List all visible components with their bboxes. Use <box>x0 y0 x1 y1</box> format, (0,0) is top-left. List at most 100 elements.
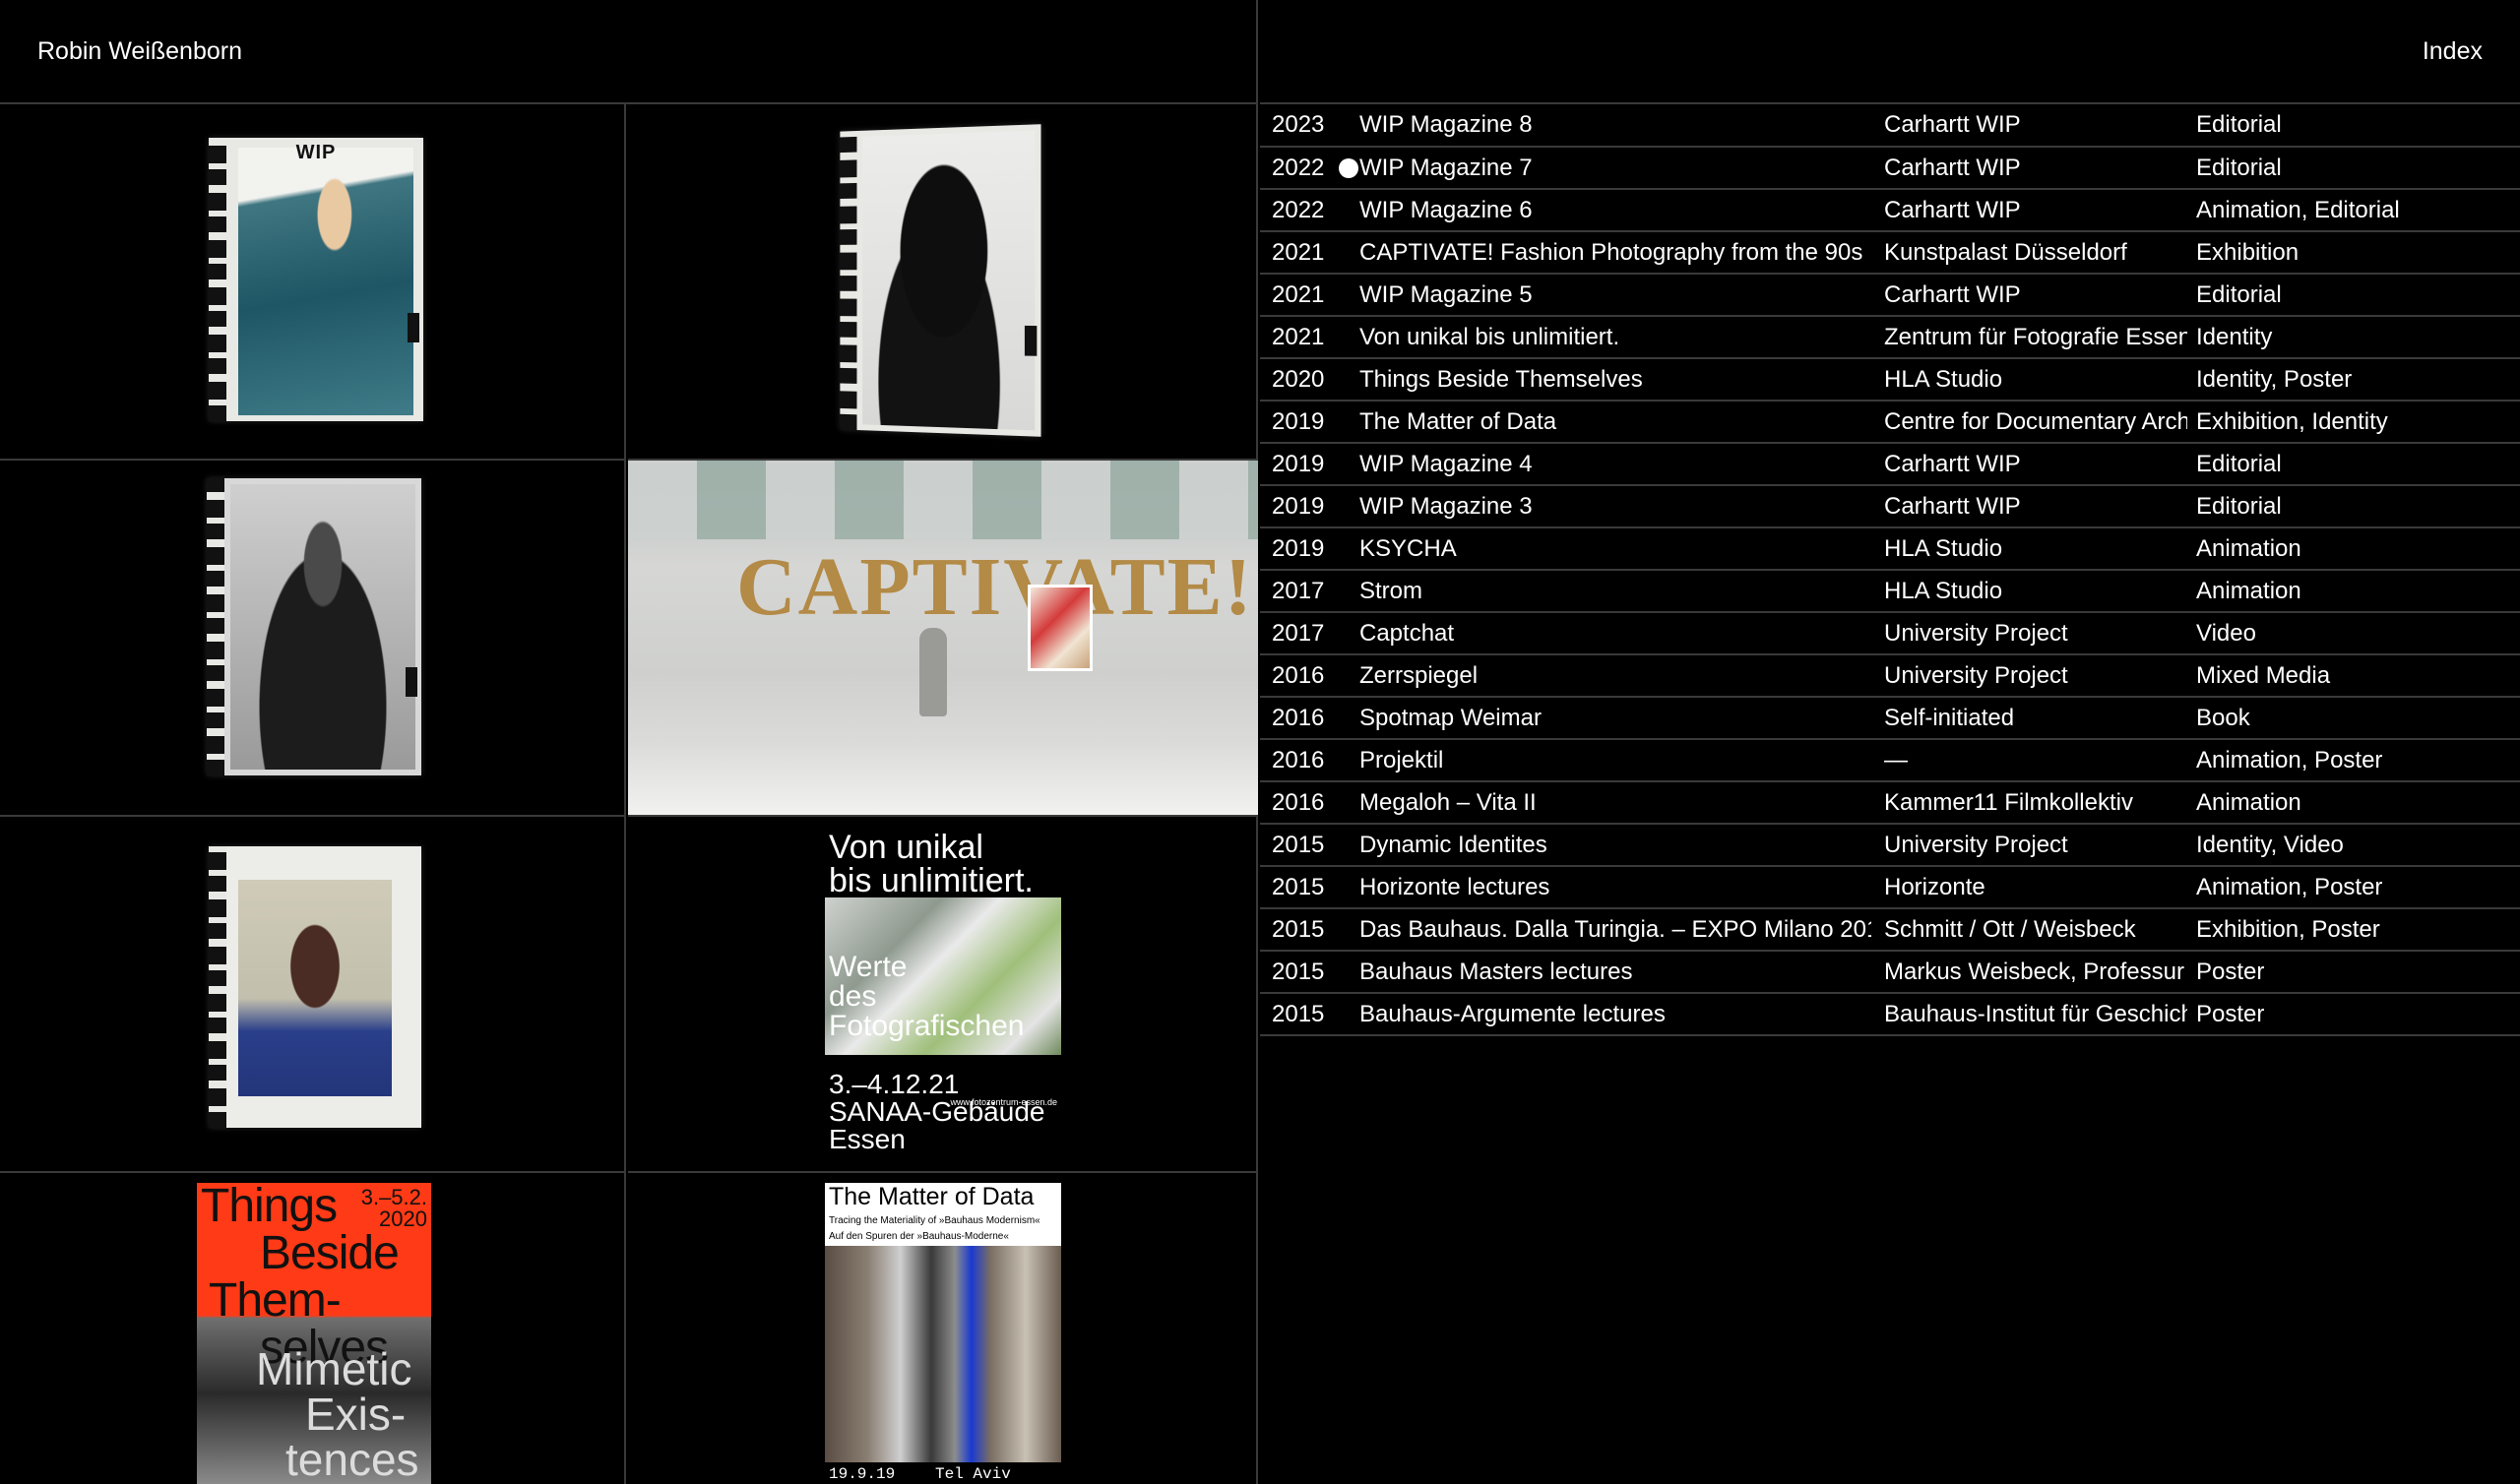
row-category: Editorial <box>2196 154 2282 181</box>
row-title: Megaloh – Vita II <box>1359 788 1537 816</box>
index-row[interactable]: 2021 CAPTIVATE! Fashion Photography from … <box>1260 231 2520 274</box>
row-category: Exhibition, Poster <box>2196 915 2380 943</box>
index-row[interactable]: 2021 WIP Magazine 5 Carhartt WIP Editorial <box>1260 274 2520 316</box>
index-row[interactable]: 2017 Captchat University Project Video <box>1260 612 2520 654</box>
row-year: 2016 <box>1272 746 1325 773</box>
row-title: WIP Magazine 8 <box>1359 111 1533 138</box>
row-year: 2016 <box>1272 661 1325 689</box>
poster-image: Von unikal bis unlimitiert. Werte des Fo… <box>825 827 1061 1161</box>
row-title: Things Beside Themselves <box>1359 365 1643 393</box>
index-row[interactable]: 2019 KSYCHA HLA Studio Animation <box>1260 527 2520 570</box>
row-client: — <box>1884 746 1908 773</box>
row-category: Animation, Poster <box>2196 746 2383 773</box>
row-client: Bauhaus-Institut für Geschichte <box>1884 1000 2187 1027</box>
row-category: Book <box>2196 704 2250 731</box>
project-tile-wip6[interactable] <box>0 461 626 817</box>
row-client: Kammer11 Filmkollektiv <box>1884 788 2133 816</box>
row-year: 2017 <box>1272 619 1325 647</box>
row-category: Editorial <box>2196 280 2282 308</box>
row-client: Carhartt WIP <box>1884 196 2021 223</box>
site-name[interactable]: Robin Weißenborn <box>37 37 242 66</box>
index-row[interactable]: 2022 WIP Magazine 7 Carhartt WIP Editorial <box>1260 147 2520 189</box>
row-title: WIP Magazine 5 <box>1359 280 1533 308</box>
index-row[interactable]: 2021 Von unikal bis unlimitiert. Zentrum f… <box>1260 316 2520 358</box>
row-title: Bauhaus-Argumente lectures <box>1359 1000 1666 1027</box>
row-client: University Project <box>1884 619 2068 647</box>
index-row[interactable]: 2016 Megaloh – Vita II Kammer11 Filmkollek… <box>1260 781 2520 824</box>
project-tile-wip5[interactable] <box>0 817 626 1173</box>
row-category: Video <box>2196 619 2256 647</box>
index-row[interactable]: 2017 Strom HLA Studio Animation <box>1260 570 2520 612</box>
active-indicator-dot <box>1339 158 1358 178</box>
image-panel: Robin Weißenborn WIP CAPTIVATE! Von unik… <box>0 0 1258 1484</box>
index-row[interactable]: 2016 Projektil — Animation, Poster <box>1260 739 2520 781</box>
project-tile-wip8[interactable]: WIP <box>0 104 626 461</box>
index-row[interactable]: 2019 WIP Magazine 4 Carhartt WIP Editorial <box>1260 443 2520 485</box>
row-client: Self-initiated <box>1884 704 2015 731</box>
row-category: Exhibition <box>2196 238 2300 266</box>
poster-line: Werte <box>829 951 908 983</box>
row-title: Spotmap Weimar <box>1359 704 1542 731</box>
row-title: Dynamic Identites <box>1359 831 1547 858</box>
row-category: Identity, Video <box>2196 831 2344 858</box>
row-category: Animation <box>2196 534 2301 562</box>
index-row[interactable]: 2020 Things Beside Themselves HLA Studio Id… <box>1260 358 2520 401</box>
poster-city: Essen <box>829 1124 906 1154</box>
row-year: 2016 <box>1272 704 1325 731</box>
row-title: The Matter of Data <box>1359 407 1557 435</box>
poster-image: Things Beside Them- selves Mimetic Exis-… <box>197 1183 431 1484</box>
poster-line: bis unlimitiert. <box>829 862 1034 899</box>
project-tile-matter-of-data[interactable]: The Matter of Data Tracing the Materiali… <box>628 1173 1258 1484</box>
row-year: 2021 <box>1272 238 1325 266</box>
index-row[interactable]: 2015 Bauhaus-Argumente lectures Bauhaus-In… <box>1260 993 2520 1035</box>
row-year: 2015 <box>1272 958 1325 985</box>
row-year: 2017 <box>1272 577 1325 604</box>
project-tile-captivate[interactable]: CAPTIVATE! <box>628 461 1258 817</box>
index-row[interactable]: 2023 WIP Magazine 8 Carhartt WIP Editorial <box>1260 104 2520 147</box>
poster-line: tences <box>285 1434 419 1484</box>
poster-subtitle: Tracing the Materiality of »Bauhaus Mode… <box>829 1215 1040 1226</box>
index-row[interactable]: 2019 The Matter of Data Centre for Documen… <box>1260 401 2520 443</box>
project-tile-wip7[interactable] <box>628 104 1258 461</box>
project-tile-von-unikal[interactable]: Von unikal bis unlimitiert. Werte des Fo… <box>628 817 1258 1173</box>
row-category: Poster <box>2196 958 2265 985</box>
row-year: 2015 <box>1272 831 1325 858</box>
row-category: Animation, Poster <box>2196 873 2383 900</box>
index-link[interactable]: Index <box>2423 37 2483 66</box>
row-title: Horizonte lectures <box>1359 873 1550 900</box>
index-row[interactable]: 2015 Bauhaus Masters lectures Markus Weisb… <box>1260 951 2520 993</box>
row-title: CAPTIVATE! Fashion Photography from the … <box>1359 238 1863 266</box>
poster-line: Mimetic <box>256 1343 412 1394</box>
index-row[interactable]: 2015 Dynamic Identites University Project I… <box>1260 824 2520 866</box>
poster-line: Von unikal <box>829 829 983 866</box>
magazine-cover-image <box>207 478 421 775</box>
row-client: Zentrum für Fotografie Essen <box>1884 323 2187 350</box>
row-client: Carhartt WIP <box>1884 280 2021 308</box>
project-tile-things-beside[interactable]: Things Beside Them- selves Mimetic Exis-… <box>0 1173 626 1484</box>
row-title: Von unikal bis unlimitiert. <box>1359 323 1620 350</box>
row-category: Poster <box>2196 1000 2265 1027</box>
row-title: Bauhaus Masters lectures <box>1359 958 1633 985</box>
right-header: Index <box>1260 0 2520 104</box>
row-category: Animation <box>2196 577 2301 604</box>
poster-date: 3.–5.2. <box>360 1185 427 1209</box>
index-row[interactable]: 2019 WIP Magazine 3 Carhartt WIP Editorial <box>1260 485 2520 527</box>
index-row[interactable]: 2016 Spotmap Weimar Self-initiated Book <box>1260 697 2520 739</box>
row-category: Editorial <box>2196 450 2282 477</box>
row-title: WIP Magazine 6 <box>1359 196 1533 223</box>
index-row[interactable]: 2015 Horizonte lectures Horizonte Animation… <box>1260 866 2520 908</box>
index-row[interactable]: 2015 Das Bauhaus. Dalla Turingia. – EXPO … <box>1260 908 2520 951</box>
index-row[interactable]: 2016 Zerrspiegel University Project Mixed M… <box>1260 654 2520 697</box>
poster-date: 19.9.19 <box>829 1465 896 1483</box>
row-year: 2021 <box>1272 323 1325 350</box>
magazine-cover-image <box>840 124 1041 437</box>
row-category: Editorial <box>2196 492 2282 520</box>
row-year: 2015 <box>1272 1000 1325 1027</box>
poster-subtitle: Auf den Spuren der »Bauhaus-Moderne« <box>829 1231 1009 1242</box>
row-category: Exhibition, Identity <box>2196 407 2388 435</box>
poster-line: Exis- <box>305 1389 407 1440</box>
row-year: 2023 <box>1272 111 1325 138</box>
row-year: 2022 <box>1272 196 1325 223</box>
poster-title: The Matter of Data <box>829 1183 1035 1210</box>
index-row[interactable]: 2022 WIP Magazine 6 Carhartt WIP Animation,… <box>1260 189 2520 231</box>
